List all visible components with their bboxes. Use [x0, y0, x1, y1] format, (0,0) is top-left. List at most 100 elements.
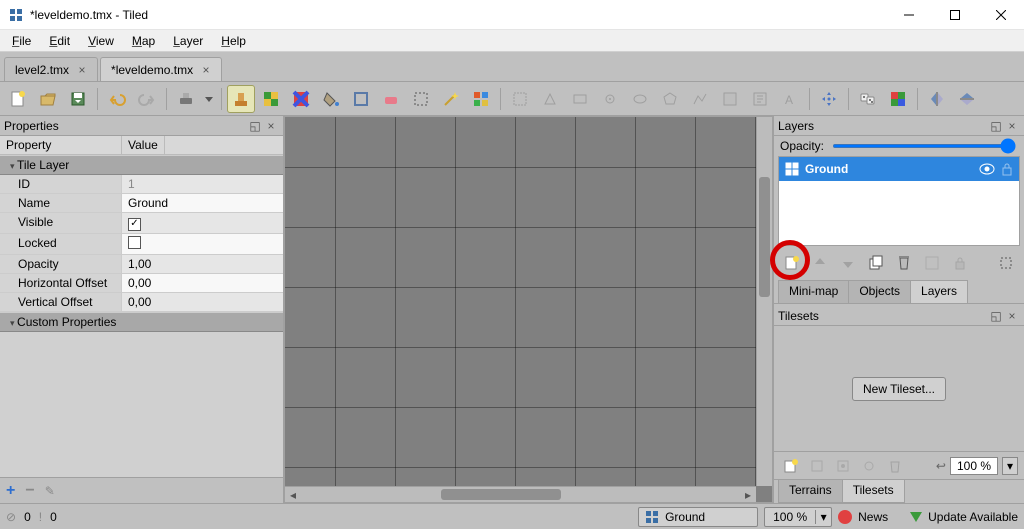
close-icon[interactable]: ×	[1004, 308, 1020, 324]
layer-list[interactable]: Ground	[778, 156, 1020, 246]
news-link[interactable]: News	[858, 510, 888, 524]
new-map-button[interactable]	[4, 85, 32, 113]
insert-polyline-button[interactable]	[686, 85, 714, 113]
redo-button[interactable]	[133, 85, 161, 113]
flip-vertical-button[interactable]	[953, 85, 981, 113]
prop-value[interactable]: 1,00	[122, 255, 283, 273]
section-custom-properties[interactable]: Custom Properties	[0, 312, 283, 332]
tileset-zoom-value[interactable]: 100 %	[950, 457, 998, 475]
layer-up-button[interactable]	[808, 251, 832, 275]
insert-rectangle-button[interactable]	[566, 85, 594, 113]
insert-point-button[interactable]	[596, 85, 624, 113]
insert-template-button[interactable]	[746, 85, 774, 113]
menu-edit[interactable]: Edit	[41, 32, 78, 50]
tileset-zoom-dropdown[interactable]: ▾	[1002, 457, 1018, 475]
visibility-icon[interactable]	[979, 163, 995, 175]
rect-select-button[interactable]	[407, 85, 435, 113]
insert-polygon-button[interactable]	[656, 85, 684, 113]
command-button[interactable]	[172, 85, 200, 113]
lock-icon[interactable]	[1001, 162, 1013, 176]
minimize-button[interactable]	[886, 0, 932, 30]
highlight-current-layer-button[interactable]	[994, 251, 1018, 275]
toggle-other-layers-button[interactable]	[920, 251, 944, 275]
stamp-brush-button[interactable]	[227, 85, 255, 113]
layer-item-ground[interactable]: Ground	[779, 157, 1019, 181]
restore-icon[interactable]: ◱	[988, 308, 1004, 324]
restore-icon[interactable]: ◱	[247, 118, 263, 134]
tab-tilesets[interactable]: Tilesets	[842, 480, 905, 503]
tab-objects[interactable]: Objects	[848, 280, 911, 303]
delete-layer-button[interactable]	[892, 251, 916, 275]
maximize-button[interactable]	[932, 0, 978, 30]
select-same-button[interactable]	[467, 85, 495, 113]
prop-value[interactable]: 0,00	[122, 274, 283, 292]
dynamic-wrap-icon[interactable]: ↩	[936, 459, 946, 473]
map-canvas[interactable]	[285, 117, 756, 486]
magic-wand-button[interactable]	[437, 85, 465, 113]
close-button[interactable]	[978, 0, 1024, 30]
insert-text-button[interactable]: A	[776, 85, 804, 113]
edit-tileset-icon[interactable]	[832, 455, 854, 477]
opacity-slider[interactable]	[832, 144, 1016, 148]
random-mode-button[interactable]	[854, 85, 882, 113]
duplicate-layer-button[interactable]	[864, 251, 888, 275]
status-zoom-selector[interactable]: 100 % ▾	[764, 507, 832, 527]
new-tileset-icon[interactable]	[780, 455, 802, 477]
insert-tile-button[interactable]	[716, 85, 744, 113]
close-icon[interactable]: ×	[1004, 118, 1020, 134]
move-tool-button[interactable]	[815, 85, 843, 113]
warning-icon[interactable]: !	[39, 510, 42, 524]
menu-view[interactable]: View	[80, 32, 122, 50]
save-button[interactable]	[64, 85, 92, 113]
issues-icon[interactable]: ⊘	[6, 510, 16, 524]
command-dropdown[interactable]	[202, 85, 216, 113]
replace-tileset-icon[interactable]	[858, 455, 880, 477]
status-layer-selector[interactable]: Ground	[638, 507, 758, 527]
embed-tileset-icon[interactable]	[806, 455, 828, 477]
prop-value[interactable]: 0,00	[122, 293, 283, 311]
wang-brush-button[interactable]	[287, 85, 315, 113]
eraser-button[interactable]	[377, 85, 405, 113]
add-property-button[interactable]: +	[6, 482, 15, 500]
edit-property-button[interactable]: ✎	[45, 484, 55, 498]
restore-icon[interactable]: ◱	[988, 118, 1004, 134]
tab-mini-map[interactable]: Mini-map	[778, 280, 849, 303]
terrain-brush-button[interactable]	[257, 85, 285, 113]
vertical-scrollbar[interactable]	[756, 117, 772, 486]
menu-help[interactable]: Help	[213, 32, 254, 50]
layer-down-button[interactable]	[836, 251, 860, 275]
menu-map[interactable]: Map	[124, 32, 163, 50]
toggle-lock-layers-button[interactable]	[948, 251, 972, 275]
tab-terrains[interactable]: Terrains	[778, 480, 843, 503]
scroll-left-icon[interactable]: ◂	[285, 488, 301, 502]
undo-button[interactable]	[103, 85, 131, 113]
update-link[interactable]: Update Available	[928, 510, 1018, 524]
close-icon[interactable]: ×	[263, 118, 279, 134]
flip-horizontal-button[interactable]	[923, 85, 951, 113]
close-icon[interactable]: ×	[199, 63, 213, 77]
prop-value-checkbox[interactable]	[122, 234, 283, 254]
horizontal-scrollbar[interactable]: ◂ ▸	[285, 486, 756, 502]
shape-fill-button[interactable]	[347, 85, 375, 113]
remove-property-button[interactable]: −	[25, 482, 34, 500]
tab-level2[interactable]: level2.tmx ×	[4, 57, 98, 81]
prop-value[interactable]: Ground	[122, 194, 283, 212]
edit-polygons-button[interactable]	[536, 85, 564, 113]
wang-fill-button[interactable]	[884, 85, 912, 113]
tab-layers[interactable]: Layers	[910, 280, 968, 303]
tab-leveldemo[interactable]: *leveldemo.tmx ×	[100, 57, 222, 81]
insert-ellipse-button[interactable]	[626, 85, 654, 113]
scroll-right-icon[interactable]: ▸	[740, 488, 756, 502]
open-button[interactable]	[34, 85, 62, 113]
section-tile-layer[interactable]: Tile Layer	[0, 155, 283, 175]
new-tileset-button[interactable]: New Tileset...	[852, 377, 946, 401]
select-objects-button[interactable]	[506, 85, 534, 113]
menu-file[interactable]: File	[4, 32, 39, 50]
menu-layer[interactable]: Layer	[165, 32, 211, 50]
close-icon[interactable]: ×	[75, 63, 89, 77]
new-layer-button[interactable]	[780, 251, 804, 275]
delete-tileset-icon[interactable]	[884, 455, 906, 477]
prop-value-checkbox[interactable]: ✓	[122, 213, 283, 233]
chevron-down-icon[interactable]: ▾	[815, 510, 831, 524]
bucket-fill-button[interactable]	[317, 85, 345, 113]
